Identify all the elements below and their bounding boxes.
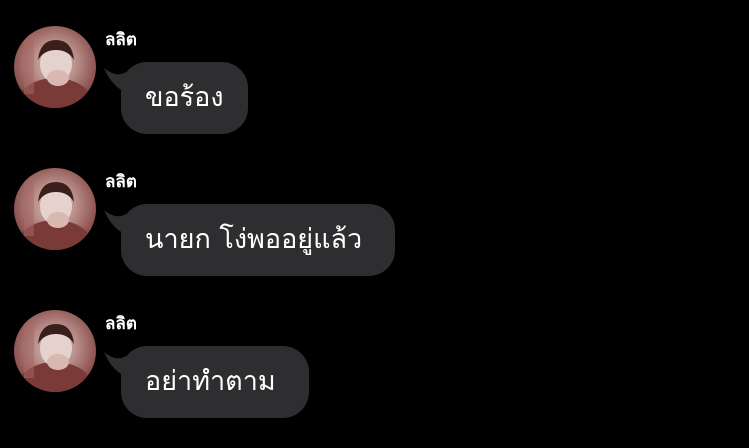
avatar[interactable] — [14, 310, 96, 392]
avatar[interactable] — [14, 26, 96, 108]
message-row: ลลิต ขอร้อง — [0, 26, 749, 156]
avatar[interactable] — [14, 168, 96, 250]
sender-name: ลลิต — [105, 172, 137, 192]
sender-name: ลลิต — [105, 30, 137, 50]
avatar-photo — [17, 176, 93, 250]
avatar-photo — [17, 34, 93, 108]
message-row: ลลิต นายก โง่พออยู่แล้ว — [0, 168, 749, 298]
message-bubble[interactable]: นายก โง่พออยู่แล้ว — [121, 204, 395, 276]
avatar-photo — [17, 318, 93, 392]
chat-thread: ลลิต ขอร้อง ลลิต นายก โง่พออยู่แล้ว ลลิต… — [0, 0, 749, 448]
message-bubble[interactable]: อย่าทำตาม — [121, 346, 309, 418]
sender-name: ลลิต — [105, 314, 137, 334]
message-bubble[interactable]: ขอร้อง — [121, 62, 248, 134]
message-row: ลลิต อย่าทำตาม — [0, 310, 749, 440]
